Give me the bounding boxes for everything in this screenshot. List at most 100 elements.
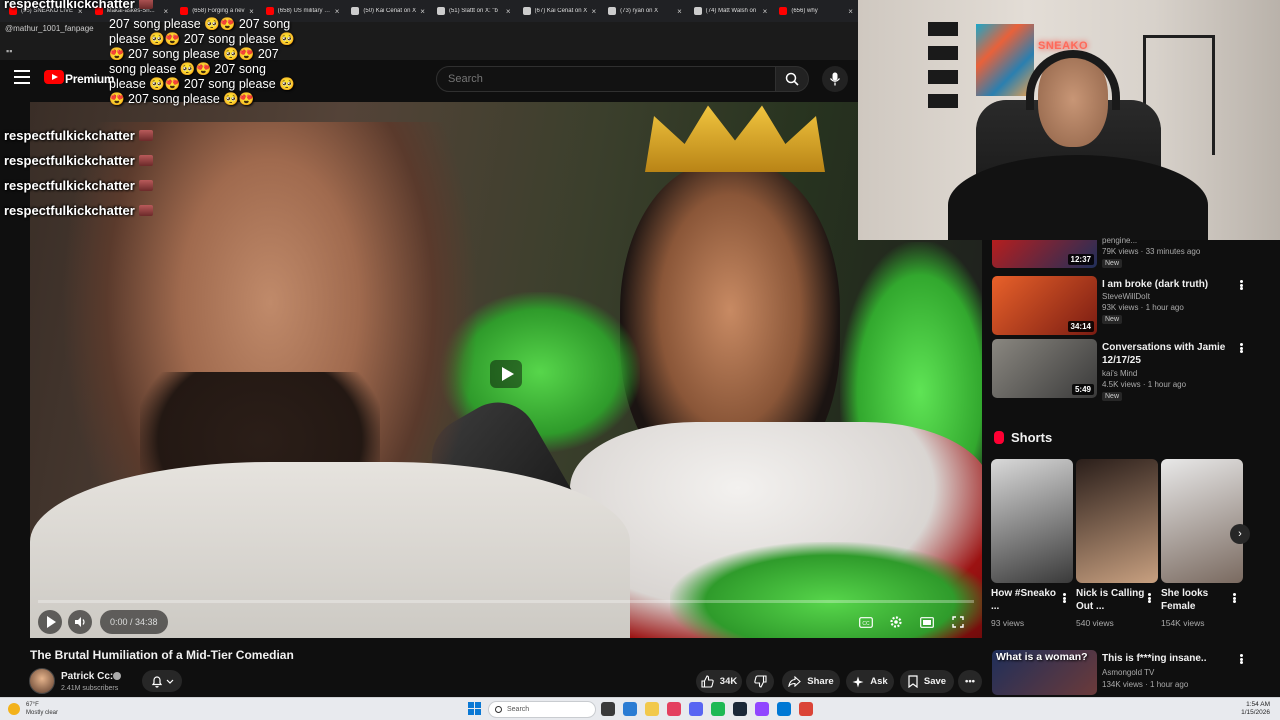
weather-widget[interactable]: 67°F Mostly clear (26, 701, 58, 717)
tab-favicon-icon (522, 7, 531, 15)
verified-icon (113, 672, 121, 680)
webcam-wall-frames (928, 22, 958, 112)
browser-tab[interactable]: (73) ryan on X × (603, 2, 687, 20)
close-icon[interactable]: × (335, 7, 340, 16)
apps-icon[interactable]: ▪▪ (6, 46, 12, 56)
short-views: 540 views (1076, 618, 1114, 628)
discord-icon[interactable] (689, 702, 703, 716)
short-thumbnail[interactable] (1076, 459, 1158, 583)
short-title[interactable]: Nick is Calling Out ... (1076, 587, 1146, 613)
close-icon[interactable]: × (763, 7, 768, 16)
recommendation-title[interactable]: Conversations with Jamie 12/17/25 (1102, 341, 1232, 367)
channel-tag: @mathur_1001_fanpage (5, 24, 94, 33)
windows-start-icon[interactable] (468, 702, 481, 715)
twitch-icon[interactable] (755, 702, 769, 716)
voice-search-button[interactable] (822, 66, 848, 92)
fullscreen-button[interactable] (950, 614, 966, 630)
more-options-icon[interactable] (1061, 591, 1067, 605)
youtube-logo-icon[interactable] (44, 70, 64, 84)
app-icon[interactable] (777, 702, 791, 716)
more-actions-button[interactable]: ••• (958, 670, 982, 693)
recommendation-item[interactable]: 12:37 pengine... 79K views · 33 minutes ag… (992, 236, 1248, 274)
steam-icon[interactable] (733, 702, 747, 716)
recommendation-thumbnail[interactable]: What is a woman? (992, 650, 1097, 695)
recommendation-channel[interactable]: pengine... (1102, 236, 1137, 245)
weather-icon[interactable] (8, 703, 20, 715)
more-options-icon[interactable] (1231, 591, 1237, 605)
theater-mode-button[interactable] (919, 614, 935, 630)
thumbs-down-icon (753, 675, 767, 688)
chat-line: respectfulkickchatter (4, 203, 153, 218)
captions-button[interactable]: CC (858, 614, 874, 630)
youtube-brand[interactable]: Premium (65, 72, 115, 86)
browser-tab[interactable]: (50) Kai Cenat on X × (346, 2, 430, 20)
recommendation-item[interactable]: 34:14 I am broke (dark truth) SteveWillDoI… (992, 276, 1248, 336)
chrome-icon[interactable] (799, 702, 813, 716)
more-options-icon[interactable] (1237, 341, 1245, 355)
recommendation-meta: 93K views · 1 hour ago (1102, 303, 1184, 312)
short-title[interactable]: How #Sneako ... (991, 587, 1061, 613)
browser-tab[interactable]: (67) Kai Cenat on X × (518, 2, 602, 20)
more-options-icon[interactable] (1237, 652, 1245, 666)
spotify-icon[interactable] (711, 702, 725, 716)
recommendation-item[interactable]: What is a woman? This is f***ing insane.… (992, 650, 1248, 695)
search-button[interactable] (775, 66, 809, 92)
close-icon[interactable]: × (164, 7, 169, 16)
browser-tab[interactable]: (656) why × (774, 2, 858, 20)
recommendation-item[interactable]: 5:49 Conversations with Jamie 12/17/25 kai… (992, 339, 1248, 401)
recommendation-channel[interactable]: kai's Mind (1102, 369, 1137, 378)
recommendation-thumbnail[interactable]: 12:37 (992, 240, 1097, 268)
volume-button[interactable] (68, 610, 92, 634)
short-thumbnail[interactable] (991, 459, 1073, 583)
bookmark-icon (908, 675, 918, 688)
recommendation-channel[interactable]: Asmongold TV (1102, 668, 1154, 677)
recommendation-title[interactable]: This is f***ing insane.. (1102, 652, 1232, 665)
notification-bell-button[interactable] (142, 670, 182, 692)
browser-tab[interactable]: (74) Matt Walsh on × (689, 2, 773, 20)
app-icon[interactable] (667, 702, 681, 716)
channel-avatar[interactable] (29, 668, 55, 694)
edge-icon[interactable] (623, 702, 637, 716)
close-icon[interactable]: × (848, 7, 853, 16)
chat-emote-icon (138, 205, 153, 216)
close-icon[interactable]: × (420, 7, 425, 16)
channel-name[interactable]: Patrick Cc: (61, 671, 113, 682)
center-play-icon[interactable] (490, 360, 522, 388)
more-options-icon[interactable] (1237, 278, 1245, 292)
ask-button[interactable]: Ask (846, 670, 894, 693)
share-button[interactable]: Share (782, 670, 840, 693)
chat-emote-icon (138, 130, 153, 141)
recommendation-thumbnail[interactable]: 34:14 (992, 276, 1097, 335)
close-icon[interactable]: × (249, 7, 254, 16)
dislike-button[interactable] (746, 670, 774, 693)
taskbar-search[interactable]: Search (488, 701, 596, 718)
close-icon[interactable]: × (591, 7, 596, 16)
recommendation-meta: 134K views · 1 hour ago (1102, 680, 1189, 689)
shorts-icon (994, 431, 1004, 444)
browser-tab[interactable]: (51) Slattt on X: "b × (432, 2, 516, 20)
menu-icon[interactable] (14, 70, 30, 84)
recommendation-thumbnail[interactable]: 5:49 (992, 339, 1097, 398)
progress-bar[interactable] (38, 600, 974, 603)
close-icon[interactable]: × (677, 7, 682, 16)
close-icon[interactable]: × (506, 7, 511, 16)
more-options-icon[interactable] (1146, 591, 1152, 605)
settings-button[interactable] (888, 614, 904, 630)
short-title[interactable]: She looks Female (1161, 587, 1231, 613)
chevron-right-icon[interactable]: › (1230, 524, 1250, 544)
video-player[interactable]: 0:00 / 34:38 CC (30, 102, 982, 638)
taskbar-clock[interactable]: 1:54 AM 1/15/2026 (1241, 701, 1270, 717)
play-button[interactable] (38, 610, 62, 634)
tab-label: (50) Kai Cenat on X (363, 8, 417, 14)
video-duration: 5:49 (1071, 384, 1094, 395)
save-button[interactable]: Save (900, 670, 954, 693)
task-view-icon[interactable] (601, 702, 615, 716)
search-input[interactable] (436, 66, 776, 92)
short-thumbnail[interactable] (1161, 459, 1243, 583)
recommendation-channel[interactable]: SteveWillDoIt (1102, 292, 1150, 301)
like-button[interactable]: 34K (696, 670, 742, 693)
search-icon (495, 706, 502, 713)
file-explorer-icon[interactable] (645, 702, 659, 716)
tab-favicon-icon (351, 7, 360, 15)
recommendation-title[interactable]: I am broke (dark truth) (1102, 278, 1232, 291)
